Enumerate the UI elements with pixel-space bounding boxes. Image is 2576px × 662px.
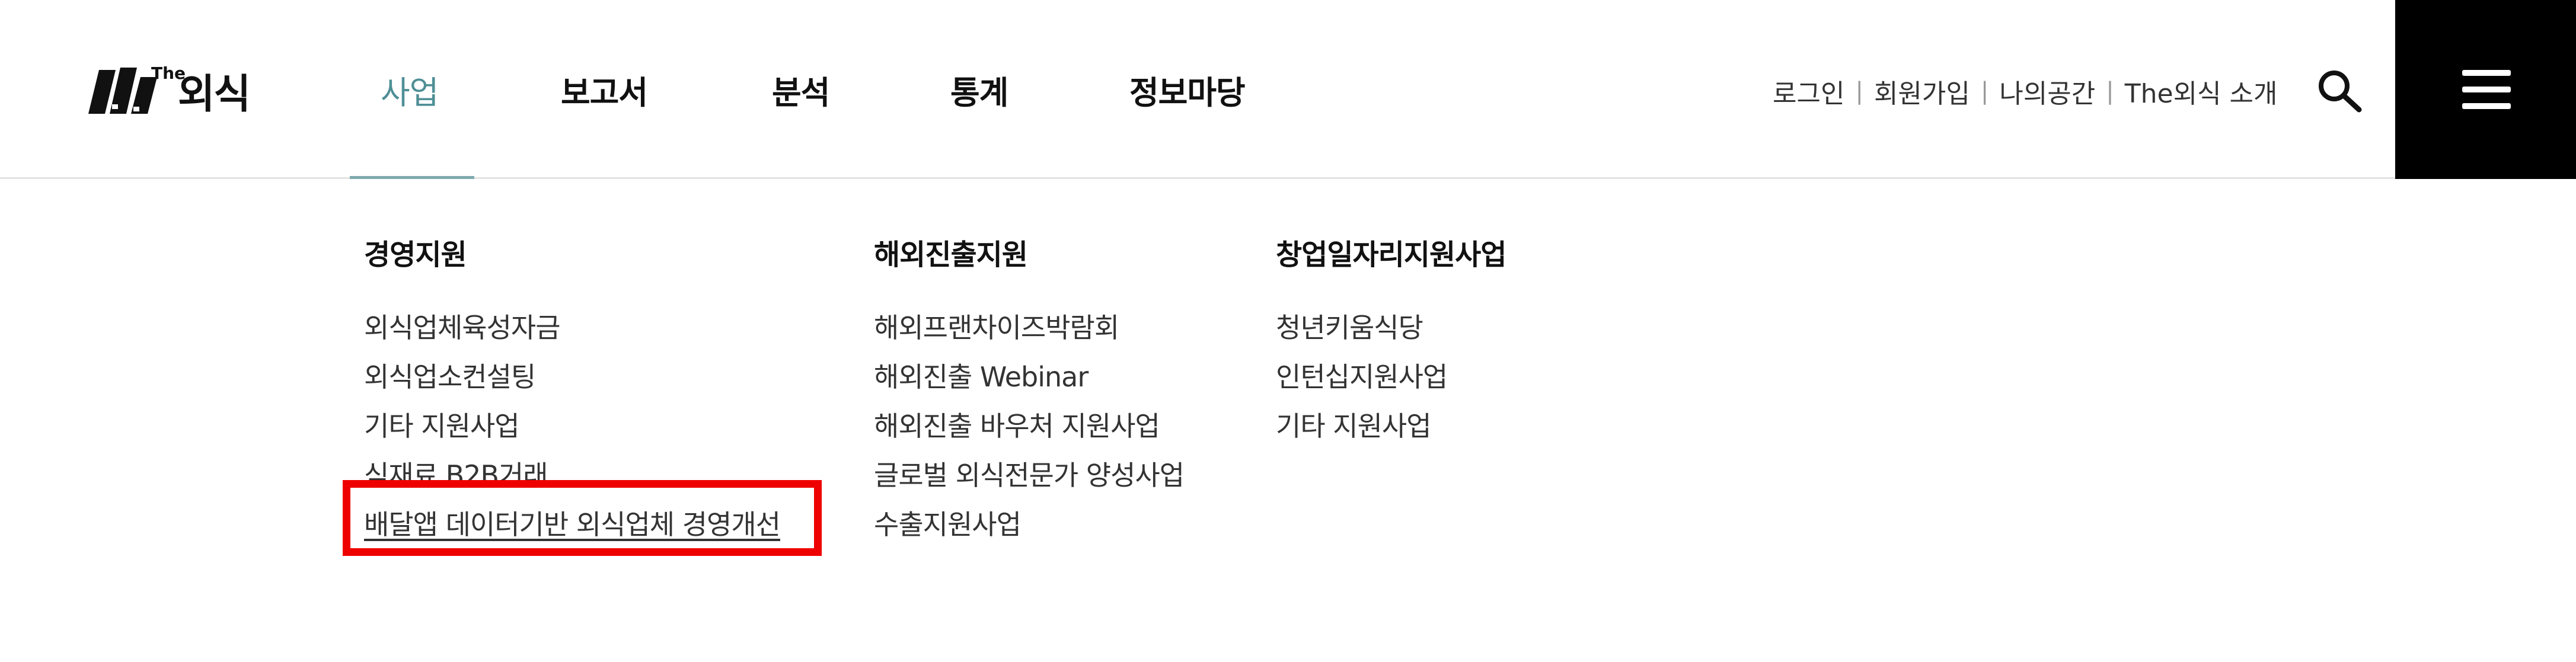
submenu-item[interactable]: 해외프랜차이즈박람회 bbox=[874, 303, 1184, 353]
my-space-link[interactable]: 나의공간 bbox=[1999, 72, 2095, 110]
login-link[interactable]: 로그인 bbox=[1773, 72, 1844, 110]
submenu-item[interactable]: 기타 지원사업 bbox=[1276, 402, 1506, 451]
about-link[interactable]: The외식 소개 bbox=[2125, 72, 2278, 110]
submenu-overseas: 해외진출지원 해외프랜차이즈박람회 해외진출 Webinar 해외진출 바우처 … bbox=[874, 231, 1185, 549]
divider: | bbox=[1980, 78, 1989, 105]
submenu-title: 해외진출지원 bbox=[874, 238, 1028, 271]
menu-bar bbox=[2462, 87, 2511, 92]
search-icon[interactable] bbox=[2315, 67, 2364, 116]
submenu-item[interactable]: 글로벌 외식전문가 양성사업 bbox=[874, 451, 1185, 500]
menu-bar bbox=[2462, 70, 2511, 76]
submenu-item[interactable]: 외식업소컨설팅 bbox=[364, 353, 780, 402]
submenu-item[interactable]: 기타 지원사업 bbox=[364, 402, 780, 451]
submenu-item[interactable]: 수출지원사업 bbox=[874, 500, 1184, 549]
gnb-business[interactable]: 사업 bbox=[381, 66, 439, 113]
submenu-item[interactable]: 청년키움식당 bbox=[1276, 303, 1506, 353]
gnb-statistics[interactable]: 통계 bbox=[950, 66, 1008, 113]
hamburger-menu-icon[interactable] bbox=[2395, 0, 2576, 179]
divider: | bbox=[2106, 78, 2114, 105]
submenu-title: 경영지원 bbox=[364, 238, 467, 271]
active-tab-indicator bbox=[350, 176, 474, 179]
submenu-item[interactable]: 해외진출 바우처 지원사업 bbox=[874, 402, 1184, 451]
logo-name: 외식 bbox=[178, 71, 251, 118]
divider: | bbox=[1855, 78, 1863, 105]
submenu-item[interactable]: 해외진출 Webinar bbox=[874, 353, 1184, 402]
highlight-box bbox=[343, 480, 822, 556]
submenu-item[interactable]: 인턴십지원사업 bbox=[1276, 353, 1506, 402]
submenu-startup-jobs: 창업일자리지원사업 청년키움식당 인턴십지원사업 기타 지원사업 bbox=[1276, 231, 1506, 451]
site-header: The 외식 사업 보고서 분석 통계 정보마당 로그인 | 회원가입 | 나의… bbox=[0, 0, 2576, 179]
submenu-title: 창업일자리지원사업 bbox=[1276, 238, 1506, 271]
gnb-reports[interactable]: 보고서 bbox=[561, 66, 648, 113]
submenu-item[interactable]: 외식업체육성자금 bbox=[364, 303, 780, 353]
utility-nav: 로그인 | 회원가입 | 나의공간 | The외식 소개 bbox=[1773, 72, 2278, 110]
signup-link[interactable]: 회원가입 bbox=[1874, 72, 1970, 110]
gnb-info[interactable]: 정보마당 bbox=[1129, 66, 1246, 113]
gnb-analysis[interactable]: 분석 bbox=[772, 66, 830, 113]
menu-bar bbox=[2462, 103, 2511, 109]
